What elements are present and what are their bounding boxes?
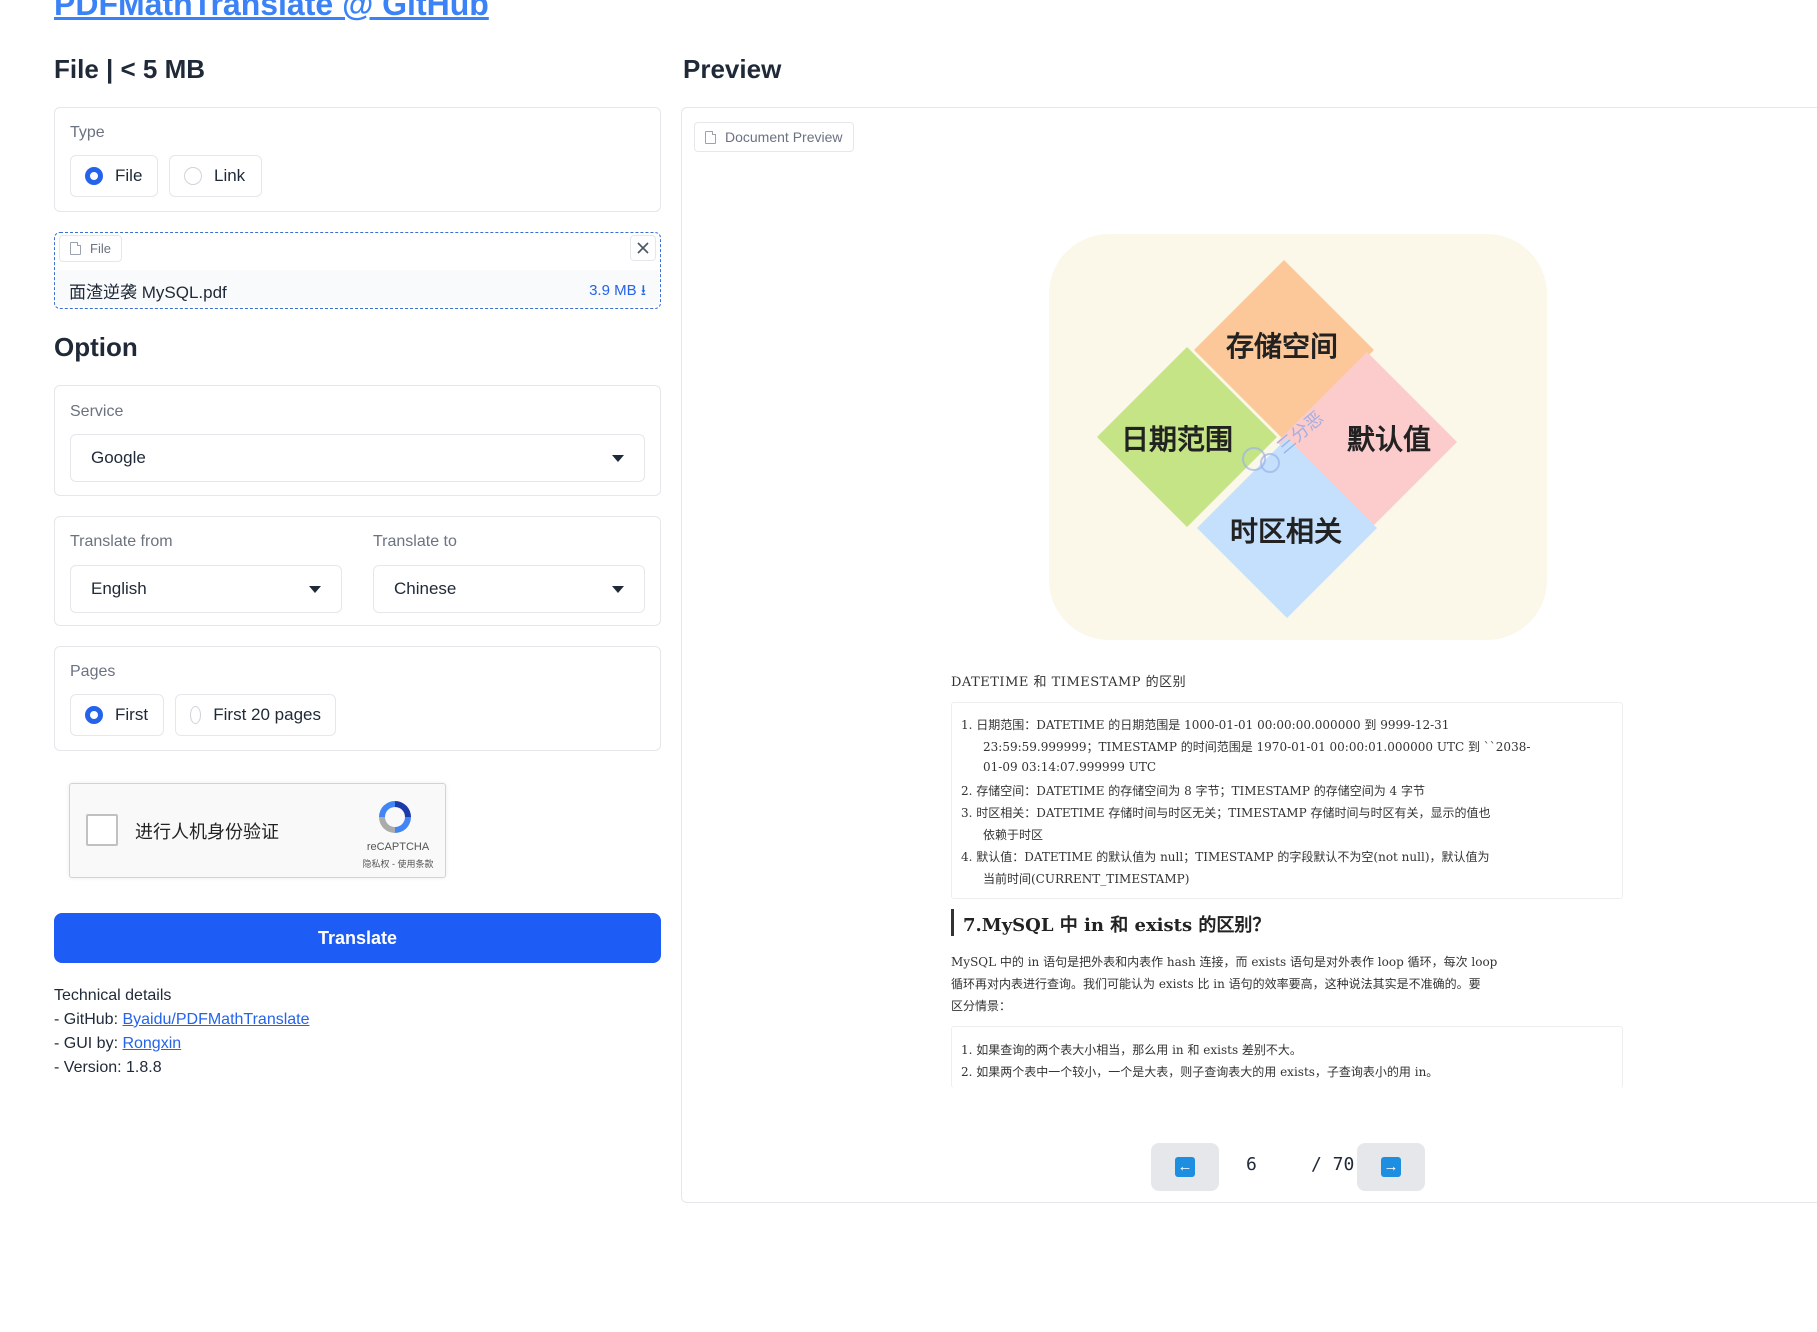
doc-list1-line: 3. 时区相关：DATETIME 存储时间与时区无关；TIMESTAMP 存储时… — [961, 806, 1491, 820]
service-select[interactable]: Google — [70, 434, 645, 482]
preview-heading: Preview — [683, 54, 782, 84]
github-repo-link[interactable]: Byaidu/PDFMathTranslate — [122, 1011, 309, 1028]
file-tag-label: File — [90, 241, 111, 256]
total-pages: / 70 — [1311, 1154, 1355, 1175]
doc-list1-line: 2. 存储空间：DATETIME 的存储空间为 8 字节；TIMESTAMP 的… — [961, 784, 1425, 798]
file-upload-box[interactable]: File 面渣逆袭 MySQL.pdf 3.9 MB ⭳ — [54, 232, 661, 309]
type-panel: Type File Link — [54, 107, 661, 212]
current-page-number[interactable]: 6 — [1246, 1154, 1257, 1175]
clear-file-button[interactable] — [630, 235, 656, 261]
type-option-label: Link — [214, 166, 246, 185]
doc-list1-line: 01-09 03:14:07.999999 UTC — [983, 760, 1157, 774]
translate-from-value: English — [91, 579, 147, 598]
doc-paragraph-line: 区分情景： — [951, 999, 1012, 1013]
type-radio-file[interactable]: File — [70, 155, 158, 197]
recaptcha-checkbox[interactable] — [86, 814, 118, 846]
close-icon — [637, 242, 649, 254]
file-icon — [70, 242, 81, 255]
pages-panel: Pages First First 20 pages — [54, 646, 661, 751]
option-heading: Option — [54, 332, 138, 362]
translate-button[interactable]: Translate — [54, 913, 661, 963]
prev-page-button[interactable]: ← — [1151, 1143, 1219, 1191]
translate-to-select[interactable]: Chinese — [373, 565, 645, 613]
tech-title: Technical details — [54, 987, 172, 1004]
tech-gui-row: - GUI by: Rongxin — [54, 1032, 310, 1056]
diagram-label-top: 存储空间 — [1226, 330, 1338, 363]
gui-author-link[interactable]: Rongxin — [122, 1035, 181, 1052]
heading-bar — [951, 909, 954, 936]
service-value: Google — [91, 448, 146, 467]
tech-github-prefix: - GitHub: — [54, 1011, 123, 1028]
file-size-download-link[interactable]: 3.9 MB ⭳ — [589, 280, 646, 305]
pages-label: Pages — [70, 663, 116, 680]
service-panel: Service Google — [54, 385, 661, 496]
document-preview-tag: Document Preview — [694, 122, 854, 152]
service-label: Service — [70, 403, 124, 420]
technical-details: Technical details - GitHub: Byaidu/PDFMa… — [54, 984, 310, 1080]
file-name: 面渣逆袭 MySQL.pdf — [69, 283, 227, 302]
doc-list1-line: 当前时间(CURRENT_TIMESTAMP) — [983, 872, 1190, 886]
arrow-right-icon: → — [1381, 1157, 1401, 1177]
tech-gui-prefix: - GUI by: — [54, 1035, 123, 1052]
recaptcha-label: 进行人机身份验证 — [135, 822, 279, 842]
pages-option-label: First 20 pages — [213, 705, 321, 724]
recaptcha-widget: 进行人机身份验证 reCAPTCHA 隐私权 - 使用条款 — [69, 783, 446, 878]
diagram-label-bottom: 时区相关 — [1230, 515, 1342, 548]
file-tag: File — [59, 235, 122, 262]
doc-list1-line: 1. 日期范围：DATETIME 的日期范围是 1000-01-01 00:00… — [961, 718, 1450, 732]
radio-unselected-icon — [190, 706, 202, 724]
type-label: Type — [70, 124, 105, 141]
file-heading: File | < 5 MB — [54, 54, 206, 84]
type-radio-link[interactable]: Link — [169, 155, 262, 197]
document-preview-tag-label: Document Preview — [725, 129, 843, 145]
recaptcha-logo-icon — [379, 801, 411, 833]
radio-selected-icon — [85, 167, 103, 185]
pages-radio-first[interactable]: First — [70, 694, 164, 736]
translate-from-select[interactable]: English — [70, 565, 342, 613]
tech-version: - Version: 1.8.8 — [54, 1059, 162, 1076]
pages-option-label: First — [115, 705, 149, 724]
chevron-down-icon — [612, 585, 624, 593]
github-title-link[interactable]: PDFMathTranslate @ GitHub — [54, 0, 489, 23]
translate-to-value: Chinese — [394, 579, 457, 598]
recaptcha-privacy-links[interactable]: 隐私权 - 使用条款 — [352, 857, 444, 870]
translate-to-label: Translate to — [373, 533, 457, 550]
doc-heading-2: 7.MySQL 中 in 和 exists 的区别？ — [963, 915, 1271, 936]
doc-list1-line: 依赖于时区 — [983, 828, 1044, 842]
radio-selected-icon — [85, 706, 103, 724]
arrow-left-icon: ← — [1175, 1157, 1195, 1177]
language-panel: Translate from English Translate to Chin… — [54, 516, 661, 626]
recaptcha-brand: reCAPTCHA — [366, 841, 430, 853]
doc-list1-line: 23:59:59.999999；TIMESTAMP 的时间范围是 1970-01… — [983, 740, 1531, 754]
doc-list2-line: 1. 如果查询的两个表大小相当，那么用 in 和 exists 差别不大。 — [961, 1043, 1302, 1057]
radio-unselected-icon — [184, 167, 202, 185]
doc-paragraph-line: 循环再对内表进行查询。我们可能认为 exists 比 in 语句的效率要高，这种… — [951, 977, 1481, 991]
chevron-down-icon — [309, 585, 321, 593]
doc-subtitle: DATETIME 和 TIMESTAMP 的区别 — [951, 675, 1187, 690]
doc-list1-line: 4. 默认值：DATETIME 的默认值为 null；TIMESTAMP 的字段… — [961, 850, 1490, 864]
file-icon — [705, 130, 716, 144]
diagram-label-right: 默认值 — [1347, 423, 1431, 456]
translate-from-label: Translate from — [70, 533, 173, 550]
tech-github-row: - GitHub: Byaidu/PDFMathTranslate — [54, 1008, 310, 1032]
pages-radio-first-20[interactable]: First 20 pages — [175, 694, 336, 736]
doc-paragraph-line: MySQL 中的 in 语句是把外表和内表作 hash 连接，而 exists … — [951, 955, 1498, 969]
doc-list2-line: 2. 如果两个表中一个较小，一个是大表，则子查询表大的用 exists，子查询表… — [961, 1065, 1439, 1079]
next-page-button[interactable]: → — [1357, 1143, 1425, 1191]
page-diagram-image: 存储空间 日期范围 默认值 时区相关 三分恶 — [1049, 234, 1547, 640]
chevron-down-icon — [612, 454, 624, 462]
diagram-label-left: 日期范围 — [1121, 423, 1233, 456]
type-option-label: File — [115, 166, 143, 185]
